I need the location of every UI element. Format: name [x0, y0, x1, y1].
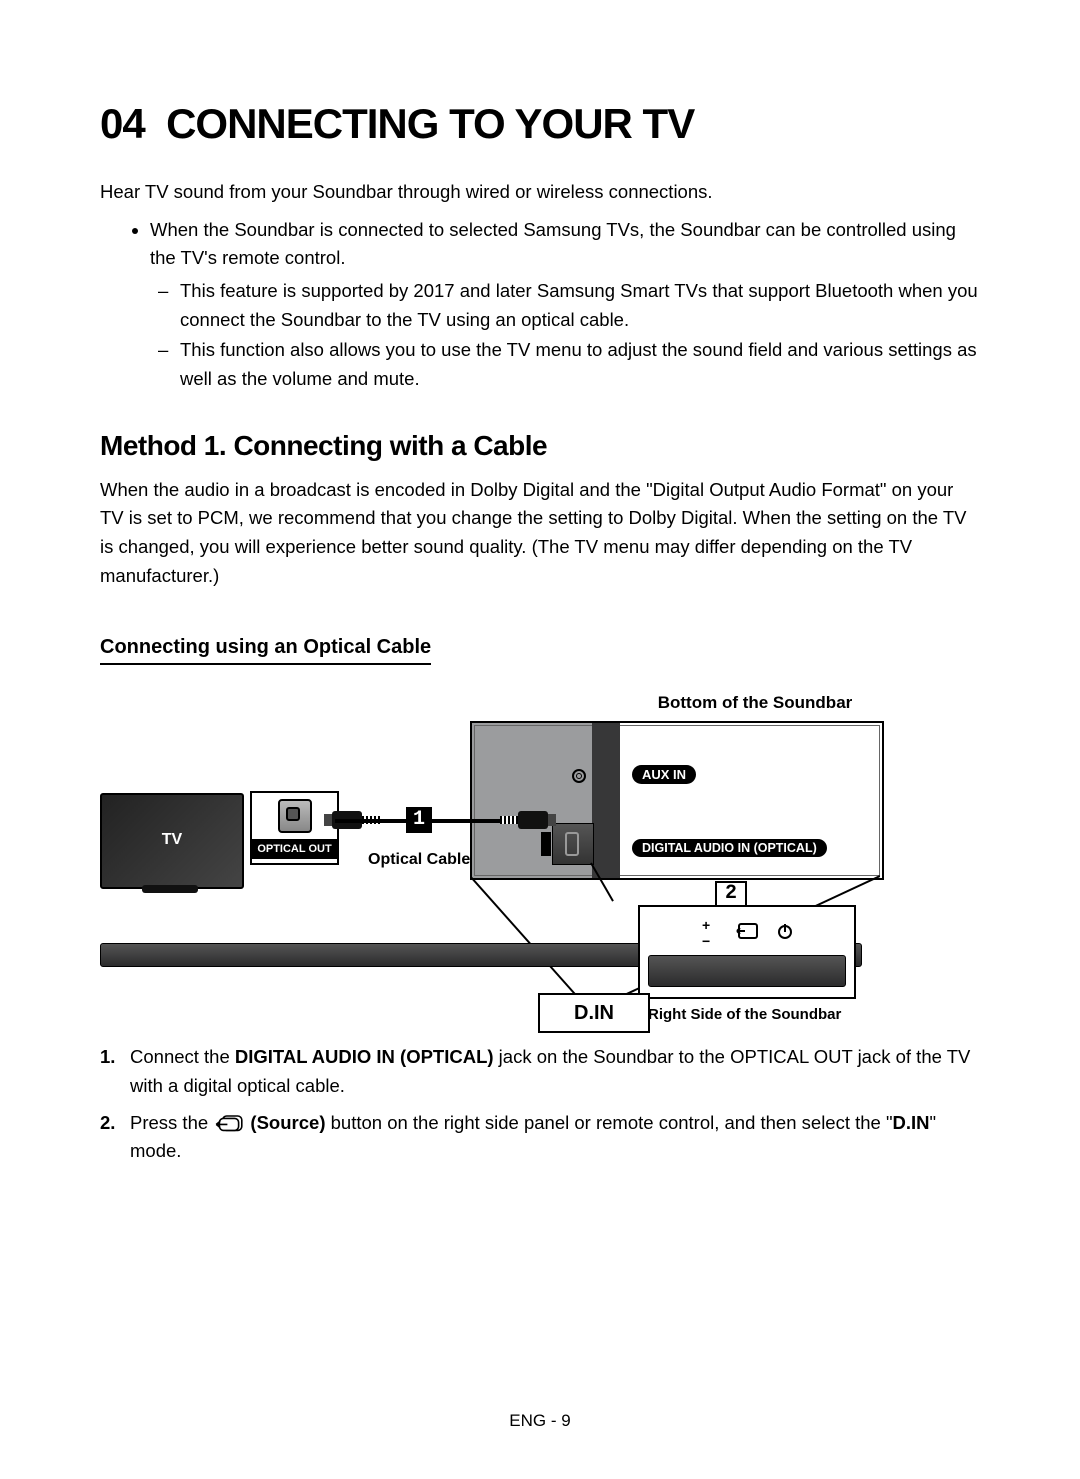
- aux-in-label: AUX IN: [632, 765, 696, 784]
- step-1: Connect the DIGITAL AUDIO IN (OPTICAL) j…: [130, 1043, 980, 1100]
- intro-text: Hear TV sound from your Soundbar through…: [100, 178, 980, 206]
- source-icon: [213, 1114, 245, 1134]
- svg-text:+: +: [702, 918, 718, 933]
- method1-heading: Method 1. Connecting with a Cable: [100, 430, 980, 462]
- connection-diagram: Bottom of the Soundbar AUX IN DIGITAL AU…: [100, 693, 980, 1033]
- procedure-steps: Connect the DIGITAL AUDIO IN (OPTICAL) j…: [100, 1043, 980, 1166]
- cable-plug-icon: [500, 805, 548, 835]
- tv-label: TV: [102, 831, 242, 849]
- diagram-top-label: Bottom of the Soundbar: [530, 693, 980, 713]
- optical-out-callout: OPTICAL OUT: [250, 791, 339, 865]
- step-2: Press the (Source) button on the right s…: [130, 1109, 980, 1166]
- dash-item: This feature is supported by 2017 and la…: [180, 277, 980, 334]
- source-icon: [733, 921, 761, 943]
- bullet-item: When the Soundbar is connected to select…: [150, 216, 980, 394]
- page-footer: ENG - 9: [0, 1411, 1080, 1431]
- intro-bullets: When the Soundbar is connected to select…: [100, 216, 980, 394]
- callout-number-1: 1: [406, 807, 432, 833]
- power-icon: [776, 921, 794, 943]
- soundbar-right-side-zoom: +−: [638, 905, 856, 999]
- optical-cable-label: Optical Cable: [368, 851, 470, 869]
- sub-heading: Connecting using an Optical Cable: [100, 636, 431, 665]
- method1-paragraph: When the audio in a broadcast is encoded…: [100, 476, 980, 591]
- tv-stand: [142, 885, 198, 893]
- section-heading: 04 CONNECTING TO YOUR TV: [100, 100, 980, 148]
- digital-audio-in-jack-icon: [552, 823, 594, 865]
- side-buttons-icons: +−: [640, 917, 854, 945]
- optical-out-label: OPTICAL OUT: [252, 839, 337, 859]
- dash-item: This function also allows you to use the…: [180, 336, 980, 393]
- digital-audio-in-label: DIGITAL AUDIO IN (OPTICAL): [632, 839, 827, 857]
- din-display: D.IN: [538, 993, 650, 1033]
- soundbar-bottom-panel: AUX IN DIGITAL AUDIO IN (OPTICAL): [470, 721, 884, 880]
- diagram-right-label: Right Side of the Soundbar: [648, 1006, 841, 1023]
- tv-icon: TV: [100, 793, 244, 889]
- optical-port-icon: [278, 799, 312, 833]
- svg-text:−: −: [702, 933, 718, 946]
